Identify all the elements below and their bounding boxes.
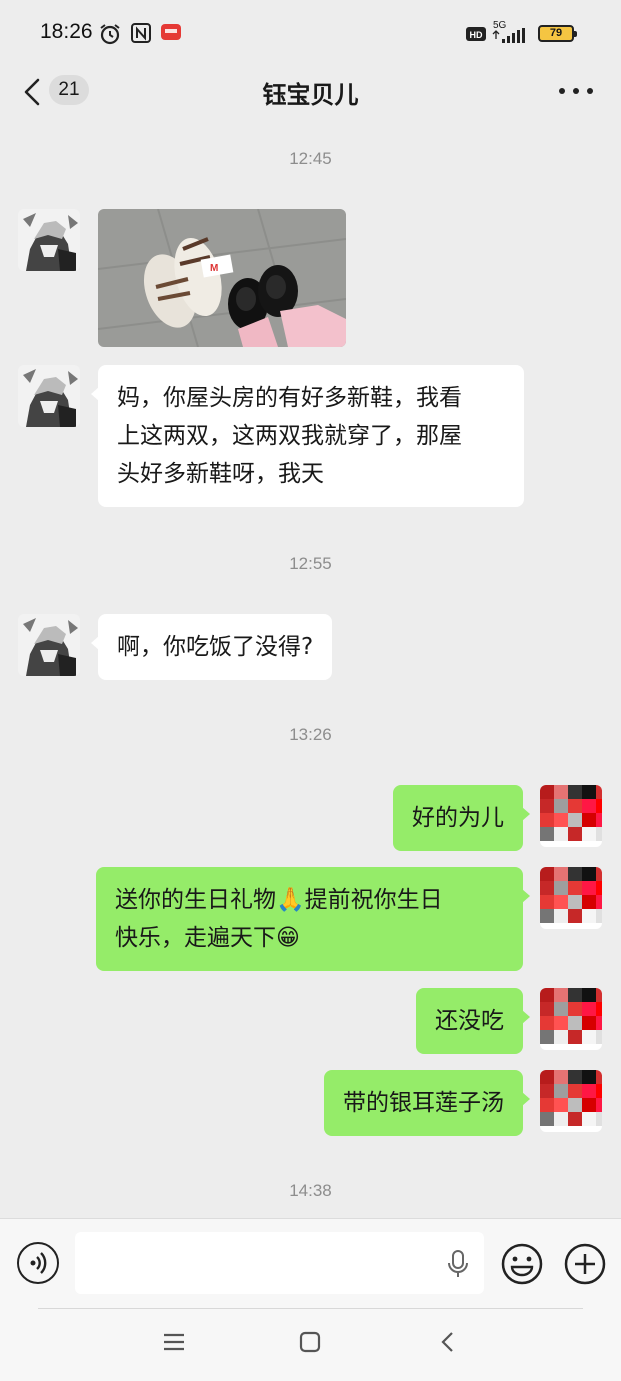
timestamp: 13:26	[289, 725, 332, 744]
chat-header: 21 钰宝贝儿	[0, 64, 621, 126]
emoji-icon[interactable]	[500, 1242, 544, 1286]
back-nav-icon[interactable]	[436, 1330, 460, 1354]
message-bubble-outgoing[interactable]: 送你的生日礼物🙏提前祝你生日 快乐，走遍天下😁	[96, 867, 530, 971]
mic-icon[interactable]	[447, 1249, 469, 1279]
message-bubble-outgoing[interactable]: 带的银耳莲子汤	[324, 1070, 530, 1136]
voice-button[interactable]	[17, 1242, 59, 1284]
message-bubble-incoming[interactable]: 妈，你屋头房的有好多新鞋，我看 上这两双，这两双我就穿了，那屋 头好多新鞋呀，我…	[91, 365, 524, 507]
my-avatar[interactable]	[540, 988, 602, 1050]
status-time: 18:26	[40, 20, 93, 43]
plus-icon[interactable]	[563, 1242, 607, 1286]
contact-avatar[interactable]	[18, 365, 80, 427]
alarm-icon	[100, 24, 120, 45]
more-icon[interactable]	[556, 76, 596, 106]
message-line: 送你的生日礼物🙏提前祝你生日	[115, 887, 443, 913]
message-line: 啊，你吃饭了没得?	[117, 634, 314, 660]
message-line: 妈，你屋头房的有好多新鞋，我看	[117, 385, 462, 411]
shoes-photo[interactable]: M	[98, 209, 346, 347]
message-bubble-outgoing[interactable]: 还没吃	[416, 988, 530, 1054]
message-line: 头好多新鞋呀，我天	[117, 461, 324, 487]
home-icon[interactable]	[298, 1330, 322, 1354]
nfc-icon	[131, 23, 151, 43]
chat-title: 钰宝贝儿	[262, 81, 359, 109]
message-input[interactable]	[75, 1232, 484, 1294]
message-line: 上这两双，这两双我就穿了，那屋	[117, 423, 462, 449]
timestamp: 12:55	[289, 554, 332, 573]
contact-avatar[interactable]	[18, 614, 80, 676]
battery-icon: 79	[538, 25, 577, 42]
timestamp: 14:38	[289, 1181, 332, 1200]
menu-icon[interactable]	[162, 1330, 186, 1354]
my-avatar[interactable]	[540, 785, 602, 847]
hd-icon: HD	[466, 27, 486, 41]
message-bubble-incoming[interactable]: 啊，你吃饭了没得?	[90, 614, 333, 680]
message-line: 还没吃	[435, 1008, 504, 1034]
divider	[38, 1308, 583, 1309]
message-line: 带的银耳莲子汤	[343, 1090, 504, 1116]
system-navigation-bar	[0, 1308, 621, 1381]
voice-icon	[30, 1252, 47, 1274]
my-avatar[interactable]	[540, 1070, 602, 1132]
svg-text:HD: HD	[470, 30, 483, 40]
my-avatar[interactable]	[540, 867, 602, 929]
status-bar: 18:26 HD 5G 79	[0, 0, 621, 64]
message-bubble-outgoing[interactable]: 好的为儿	[393, 785, 530, 851]
message-line: 好的为儿	[412, 805, 504, 831]
timestamp: 12:45	[289, 149, 332, 168]
app-notification-icon	[161, 24, 181, 40]
input-bar	[0, 1218, 621, 1308]
message-line: 快乐，走遍天下😁	[115, 925, 300, 951]
signal-icon	[492, 28, 525, 43]
contact-avatar[interactable]	[18, 209, 80, 271]
svg-text:M: M	[210, 263, 218, 274]
